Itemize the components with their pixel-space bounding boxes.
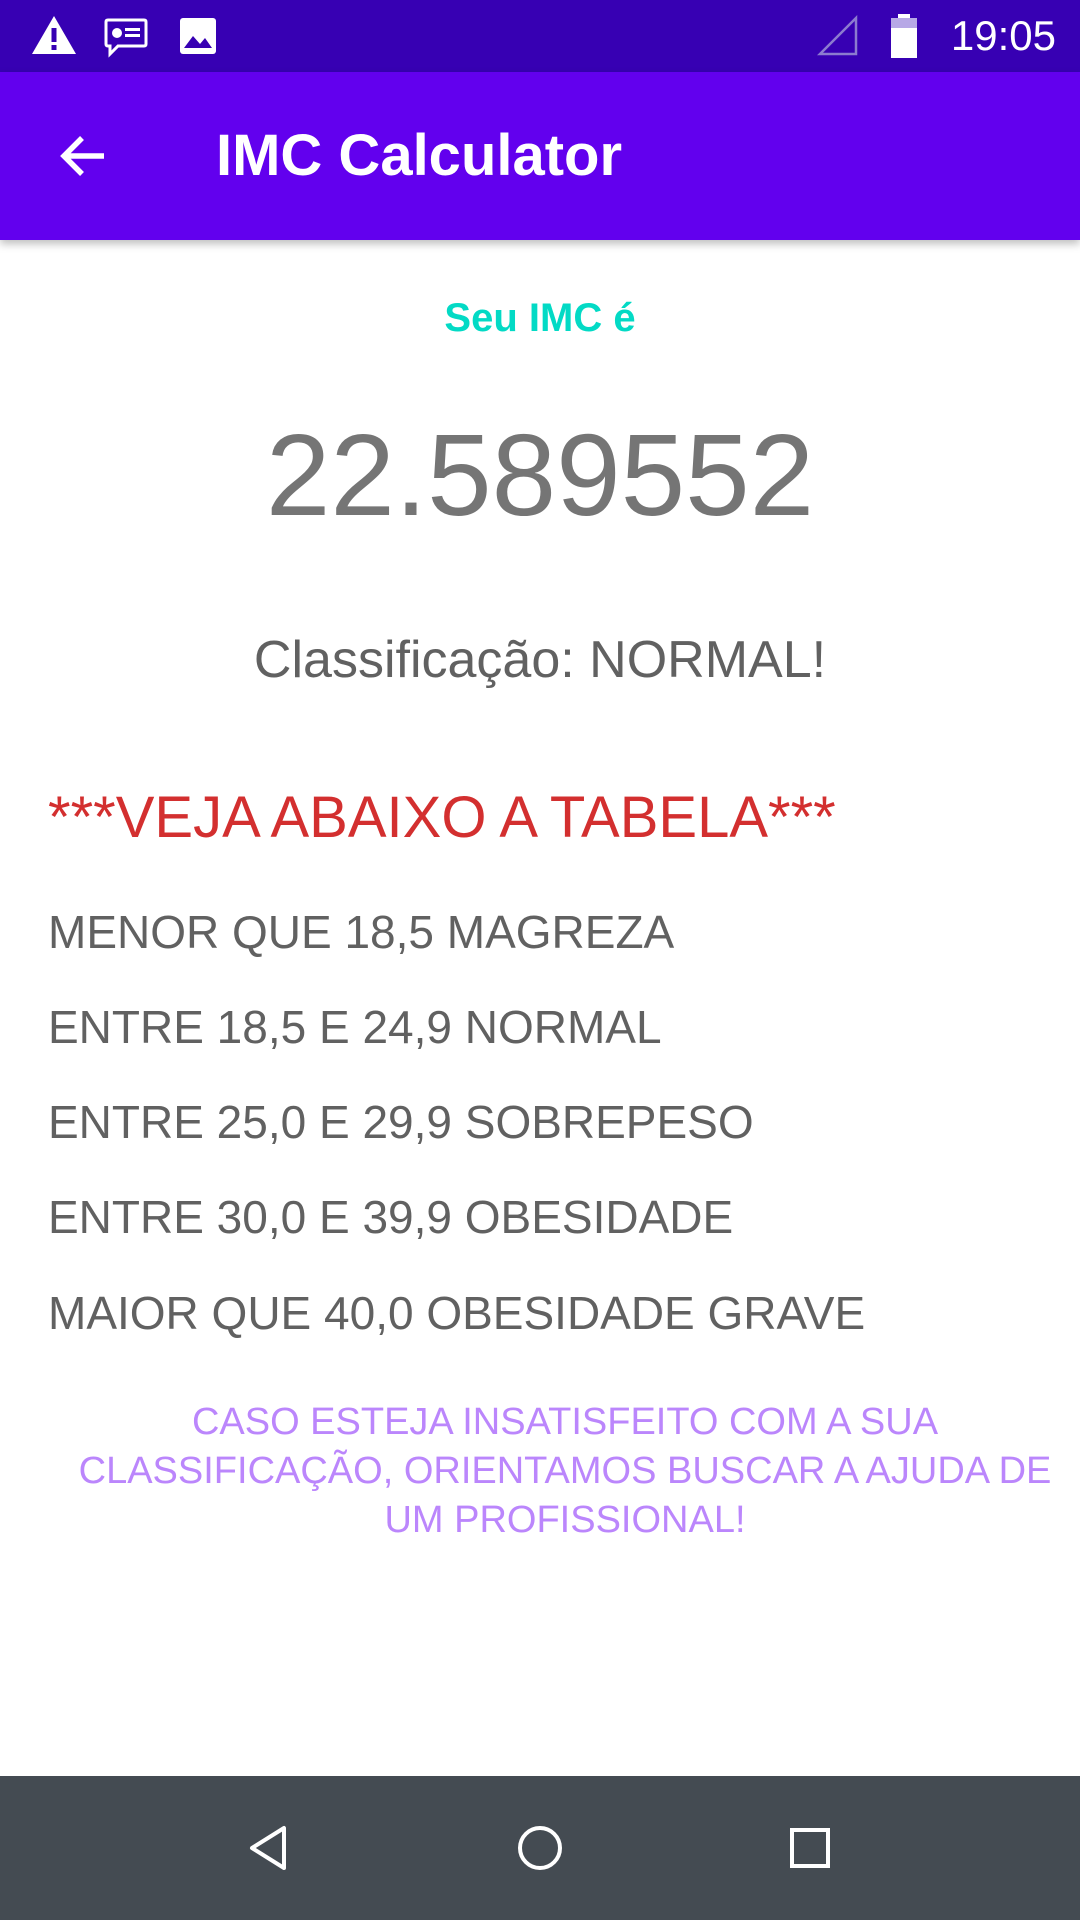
advice-text: CASO ESTEJA INSATISFEITO COM A SUA CLASS… bbox=[50, 1398, 1080, 1545]
table-row-magreza: MENOR QUE 18,5 MAGREZA bbox=[48, 906, 675, 958]
app-title: IMC Calculator bbox=[216, 123, 623, 188]
message-icon bbox=[104, 18, 148, 58]
table-row-normal: ENTRE 18,5 E 24,9 NORMAL bbox=[48, 1001, 662, 1053]
recents-square-icon[interactable] bbox=[778, 1816, 842, 1880]
imc-value: 22.589552 bbox=[265, 410, 815, 540]
warning-icon bbox=[32, 16, 76, 54]
main-content: Seu IMC é 22.589552 Classificação: NORMA… bbox=[0, 240, 1080, 1776]
signal-icon bbox=[816, 14, 858, 56]
table-row-obesidade-grave: MAIOR QUE 40,0 OBESIDADE GRAVE bbox=[48, 1287, 866, 1339]
classification-text: Classificação: NORMAL! bbox=[253, 631, 827, 689]
back-triangle-icon[interactable] bbox=[238, 1816, 302, 1880]
arrow-back-icon[interactable] bbox=[54, 126, 114, 186]
image-icon bbox=[180, 18, 216, 54]
clock: 19:05 bbox=[950, 12, 1056, 59]
navigation-bar bbox=[0, 1776, 1080, 1920]
home-circle-icon[interactable] bbox=[508, 1816, 572, 1880]
advice-line-1: CASO ESTEJA INSATISFEITO COM A SUA bbox=[191, 1401, 939, 1443]
imc-label: Seu IMC é bbox=[444, 296, 636, 340]
advice-line-3: UM PROFISSIONAL! bbox=[384, 1499, 746, 1541]
table-row-sobrepeso: ENTRE 25,0 E 29,9 SOBREPESO bbox=[48, 1096, 754, 1148]
battery-icon bbox=[891, 14, 917, 58]
advice-line-2: CLASSIFICAÇÃO, ORIENTAMOS BUSCAR A AJUDA… bbox=[78, 1450, 1052, 1492]
status-bar: 19:05 bbox=[0, 0, 1080, 72]
table-heading: ***VEJA ABAIXO A TABELA*** bbox=[48, 785, 836, 850]
app-bar: IMC Calculator bbox=[0, 72, 1080, 240]
table-row-obesidade: ENTRE 30,0 E 39,9 OBESIDADE bbox=[48, 1191, 734, 1243]
